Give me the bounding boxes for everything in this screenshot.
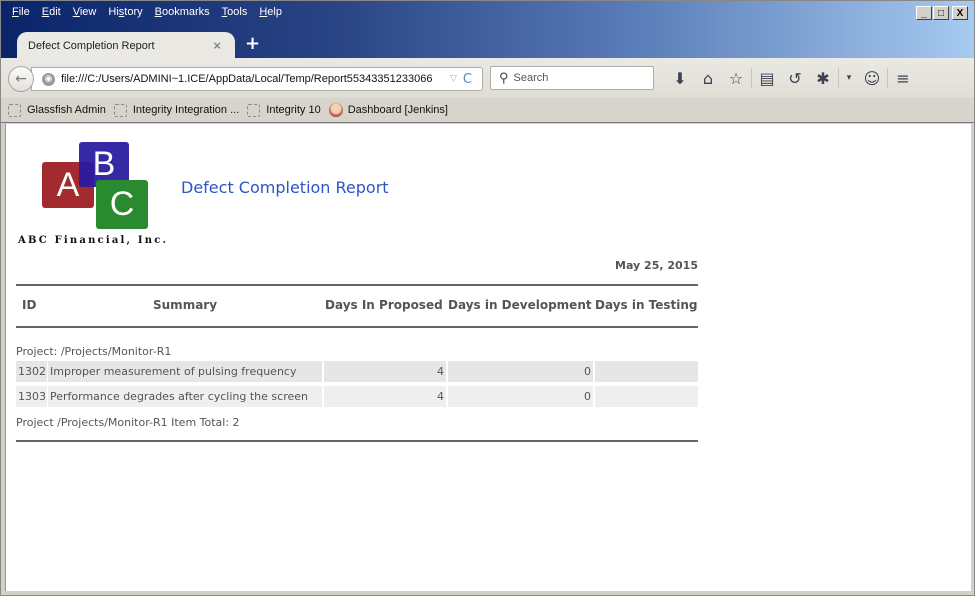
column-header-summary: Summary <box>153 298 218 312</box>
search-icon: ⚲ <box>499 70 509 85</box>
new-tab-button[interactable]: + <box>245 33 260 54</box>
menu-file[interactable]: File <box>7 6 37 18</box>
bookmark-label: Integrity Integration ... <box>132 104 240 116</box>
tab-title: Defect Completion Report <box>28 39 155 52</box>
menu-tools[interactable]: Tools <box>217 6 255 18</box>
tab-defect-completion-report[interactable]: Defect Completion Report × <box>17 32 235 59</box>
cell-days-proposed: 4 <box>324 361 446 382</box>
cell-days-development: 0 <box>448 361 593 382</box>
cell-days-proposed: 4 <box>324 386 446 407</box>
column-header-id: ID <box>22 298 37 312</box>
url-dropdown-icon[interactable]: ▽ <box>450 74 457 84</box>
title-bar: File Edit View History Bookmarks Tools H… <box>1 1 974 59</box>
firebug-icon[interactable]: ✱ <box>809 66 837 90</box>
close-window-button[interactable]: X <box>952 6 968 20</box>
bookmark-star-icon[interactable]: ☆ <box>722 66 750 90</box>
navigation-bar: ◉ file:///C:/Users/ADMINI~1.ICE/AppData/… <box>1 58 974 98</box>
report-title: Defect Completion Report <box>181 178 389 197</box>
divider <box>16 326 698 328</box>
company-name: ABC Financial, Inc. <box>18 235 169 246</box>
toolbar-separator <box>838 68 839 88</box>
table-row: 1303 Performance degrades after cycling … <box>16 386 698 407</box>
divider <box>16 440 698 442</box>
table-row: 1302 Improper measurement of pulsing fre… <box>16 361 698 382</box>
toolbar-separator <box>887 68 888 88</box>
maximize-button[interactable]: □ <box>933 6 949 20</box>
column-header-days-testing: Days in Testing <box>595 298 698 312</box>
bookmark-label: Dashboard [Jenkins] <box>347 104 448 116</box>
cell-days-testing <box>595 386 698 407</box>
url-input[interactable]: file:///C:/Users/ADMINI~1.ICE/AppData/Lo… <box>61 73 446 85</box>
menu-icon[interactable]: ≡ <box>889 66 917 90</box>
company-logo: A B C <box>42 142 148 230</box>
bookmark-placeholder-icon <box>8 103 21 117</box>
search-input[interactable]: ⚲ Search <box>490 66 654 90</box>
menu-bookmarks[interactable]: Bookmarks <box>150 6 217 18</box>
cell-days-development: 0 <box>448 386 593 407</box>
reload-icon[interactable]: C <box>463 72 472 87</box>
bookmark-jenkins-dashboard[interactable]: Dashboard [Jenkins] <box>328 103 448 117</box>
cell-id: 1302 <box>16 361 47 382</box>
close-tab-icon[interactable]: × <box>213 38 221 53</box>
bookmarks-bar: Glassfish Admin Integrity Integration ..… <box>1 98 974 123</box>
report-date: May 25, 2015 <box>615 259 698 272</box>
divider <box>16 284 698 286</box>
history-icon[interactable]: ↺ <box>781 66 809 90</box>
home-icon[interactable]: ⌂ <box>694 66 722 90</box>
chat-icon[interactable]: ☺ <box>858 66 886 90</box>
menu-history[interactable]: History <box>103 6 149 18</box>
jenkins-icon <box>328 103 343 117</box>
column-header-days-development: Days in Development <box>448 298 592 312</box>
bookmark-label: Glassfish Admin <box>27 104 106 116</box>
toolbar: ⬇ ⌂ ☆ ▤ ↺ ✱ ▾ ☺ ≡ <box>666 66 917 90</box>
logo-block-c: C <box>96 180 148 229</box>
bookmark-integrity-10[interactable]: Integrity 10 <box>247 103 321 117</box>
browser-window: File Edit View History Bookmarks Tools H… <box>0 0 975 596</box>
download-icon[interactable]: ⬇ <box>666 66 694 90</box>
back-button[interactable]: ← <box>8 66 34 92</box>
cell-id: 1303 <box>16 386 47 407</box>
menu-edit[interactable]: Edit <box>37 6 68 18</box>
toolbar-separator <box>751 68 752 88</box>
cell-summary: Improper measurement of pulsing frequenc… <box>48 361 322 382</box>
search-placeholder: Search <box>513 72 549 84</box>
menu-bar: File Edit View History Bookmarks Tools H… <box>7 6 289 18</box>
menu-help[interactable]: Help <box>254 6 289 18</box>
reading-list-icon[interactable]: ▤ <box>753 66 781 90</box>
back-arrow-icon: ← <box>15 71 27 87</box>
bookmark-label: Integrity 10 <box>266 104 321 116</box>
project-header: Project: /Projects/Monitor-R1 <box>16 345 172 358</box>
project-footer: Project /Projects/Monitor-R1 Item Total:… <box>16 416 240 429</box>
dropdown-icon[interactable]: ▾ <box>840 66 858 90</box>
page-content: A B C ABC Financial, Inc. Defect Complet… <box>5 124 971 591</box>
cell-days-testing <box>595 361 698 382</box>
url-bar[interactable]: ◉ file:///C:/Users/ADMINI~1.ICE/AppData/… <box>31 67 483 91</box>
menu-view[interactable]: View <box>68 6 104 18</box>
cell-summary: Performance degrades after cycling the s… <box>48 386 322 407</box>
globe-icon: ◉ <box>42 72 55 86</box>
window-controls: _ □ X <box>916 6 968 20</box>
bookmark-placeholder-icon <box>247 103 261 117</box>
table-header: ID Summary Days In Proposed Days in Deve… <box>16 296 698 314</box>
bookmark-placeholder-icon <box>113 103 127 117</box>
column-header-days-proposed: Days In Proposed <box>325 298 443 312</box>
minimize-button[interactable]: _ <box>916 6 932 20</box>
bookmark-glassfish-admin[interactable]: Glassfish Admin <box>8 103 106 117</box>
bookmark-integrity-integration[interactable]: Integrity Integration ... <box>113 103 240 117</box>
